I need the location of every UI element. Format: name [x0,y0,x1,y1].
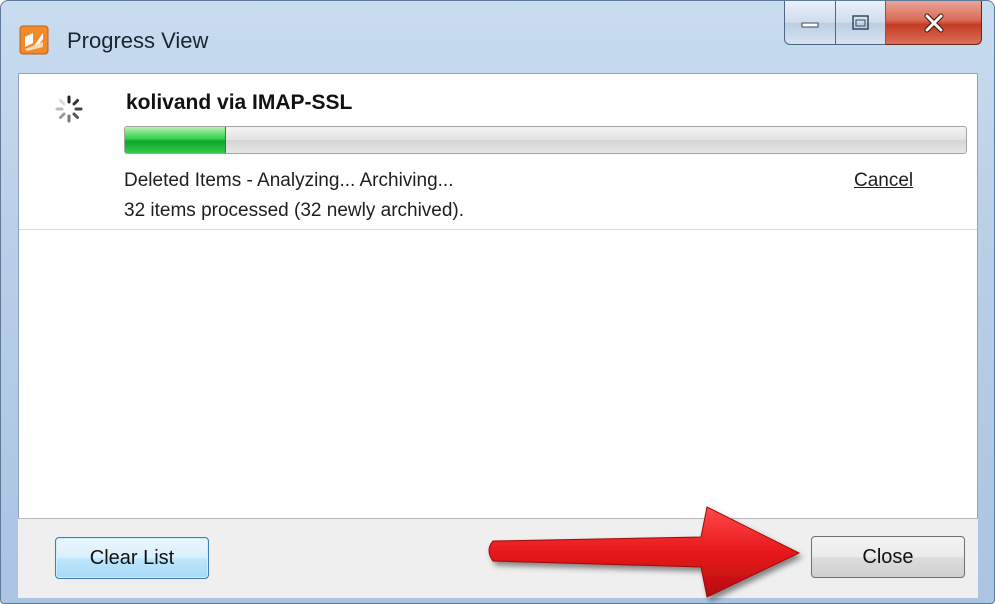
cancel-link[interactable]: Cancel [854,170,913,192]
spinner-icon [55,95,83,123]
red-arrow-annotation [488,506,801,598]
progress-bar-fill [125,127,226,153]
maximize-icon [851,14,869,30]
window-title: Progress View [67,28,209,53]
maximize-button[interactable] [836,1,886,45]
close-icon [924,13,943,32]
status-text: Deleted Items - Analyzing... Archiving..… [124,170,454,191]
progress-bar [124,126,967,154]
items-processed-text: 32 items processed (32 newly archived). [124,200,465,221]
app-logo-icon [19,25,49,55]
minimize-icon [801,22,819,27]
title-bar[interactable]: Progress View [1,1,994,73]
close-button[interactable]: Close [811,536,965,578]
account-title: kolivand via IMAP-SSL [126,91,353,114]
progress-item: kolivand via IMAP-SSL Deleted Items - An… [19,74,977,230]
progress-view-window: Progress View kolivand via IMAP-SSL Dele… [0,0,995,604]
clear-list-button[interactable]: Clear List [55,537,209,579]
caption-buttons [784,1,982,49]
close-window-button[interactable] [886,1,982,45]
minimize-button[interactable] [784,1,836,45]
